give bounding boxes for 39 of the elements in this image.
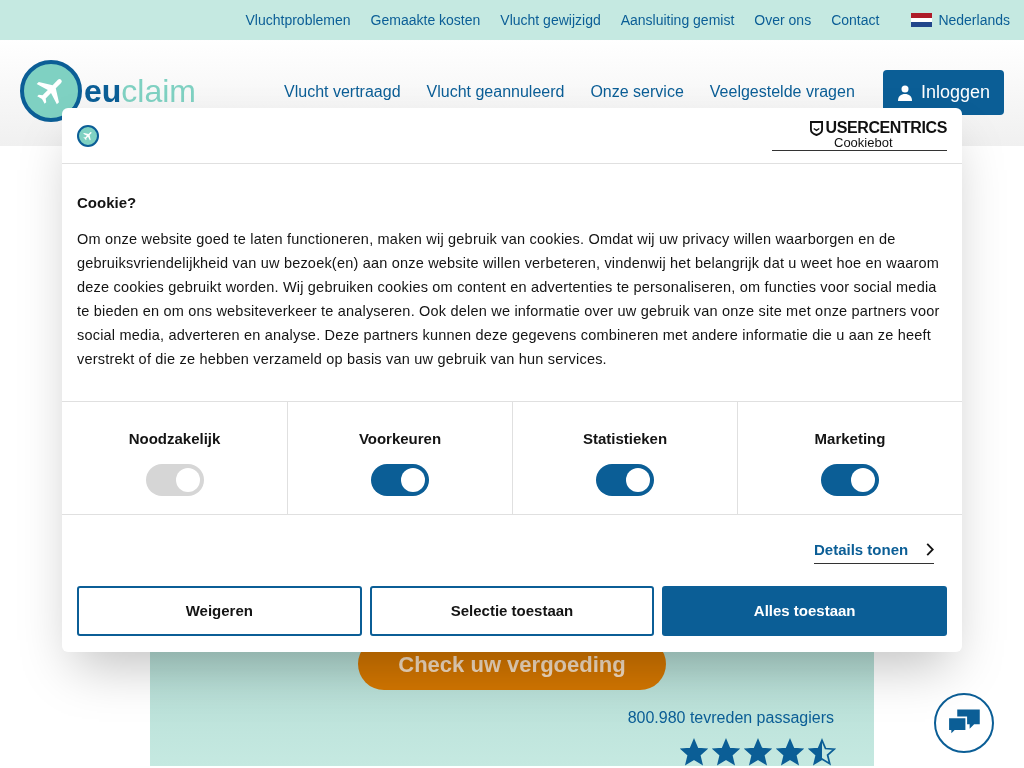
top-nav-link[interactable]: Gemaakte kosten	[370, 9, 481, 31]
category-label: Marketing	[814, 428, 886, 449]
flag-icon	[911, 13, 933, 27]
shield-icon	[809, 120, 823, 136]
toggle-switch[interactable]	[821, 464, 879, 496]
details-link[interactable]: Details tonen	[814, 538, 934, 564]
main-nav-link[interactable]: Veelgestelde vragen	[709, 84, 855, 100]
consent-button[interactable]: Selectie toestaan	[369, 586, 655, 636]
consent-button[interactable]: Alles toestaan	[662, 586, 947, 636]
main-nav-link[interactable]: Vlucht geannuleerd	[426, 84, 565, 100]
top-nav-link[interactable]: Contact	[831, 9, 880, 31]
logo-text: euclaim	[84, 75, 196, 107]
brand-subtitle: Cookiebot	[772, 136, 947, 151]
toggle-switch[interactable]	[371, 464, 429, 496]
top-nav-link[interactable]: Over ons	[754, 9, 812, 31]
user-icon	[896, 83, 913, 102]
consent-button[interactable]: Weigeren	[77, 586, 362, 636]
chevron-right-icon	[926, 543, 934, 557]
top-nav-link[interactable]: Vluchtproblemen	[245, 9, 351, 31]
top-nav-link[interactable]: Vlucht gewijzigd	[500, 9, 601, 31]
main-nav-link[interactable]: Onze service	[590, 84, 684, 100]
star-icon	[712, 738, 740, 766]
dialog-title: Cookie?	[77, 193, 138, 213]
top-nav-link[interactable]: Aansluiting gemist	[620, 9, 735, 31]
star-icon	[680, 738, 708, 766]
category-label: Statistieken	[582, 428, 668, 449]
category-label: Voorkeuren	[358, 428, 442, 449]
chat-button[interactable]	[934, 693, 994, 753]
star-icon	[808, 738, 836, 766]
dialog-text: Om onze website goed te laten functioneren, maken wij gebruik van cookies. Omdat wij uw privacy willen waarborgen en de gebruiksvriendelijkheid van uw bezoek(en) aan onze website willen verbeteren, vindenwij het belangrijk dat u weet hoe en waarom deze cookies gebruikt worden. Wij gebruiken cookies om content en advertenties te personaliseren, om functies voor social media te bieden en om ons websiteverkeer te analyseren. Ook delen we informatie over uw gebruik van onze site met onze partners voor social media, adverteren en analyse. Deze partners kunnen deze gegevens combineren met andere informatie die u aan ze heeft verstrekt of die ze hebben verzameld op basis van uw gebruik van hun services.	[77, 229, 941, 369]
passengers-count: 800.980 tevreden passagiers	[627, 708, 834, 728]
plane-icon	[82, 129, 94, 142]
brand-name: USERCENTRICS	[825, 120, 947, 136]
star-icon	[776, 738, 804, 766]
category-label: Noodzakelijk	[128, 428, 221, 449]
language-link[interactable]: Nederlands	[938, 9, 1010, 31]
toggle-switch[interactable]	[596, 464, 654, 496]
star-icon	[744, 738, 772, 766]
main-nav-link[interactable]: Vlucht vertraagd	[284, 84, 401, 100]
